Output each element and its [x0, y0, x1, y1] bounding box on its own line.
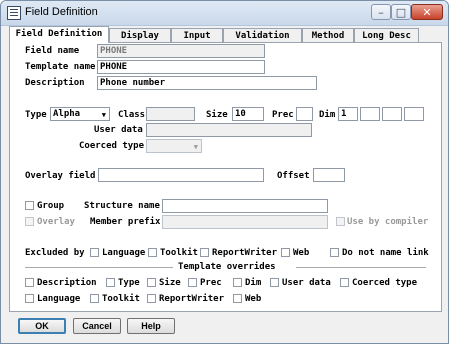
- override-type-label: Type: [118, 278, 140, 288]
- tab-display[interactable]: Display: [109, 28, 171, 42]
- offset-label: Offset: [277, 171, 310, 181]
- overlay-label: Overlay: [37, 217, 75, 227]
- dim-input-1[interactable]: 1: [338, 107, 358, 121]
- override-prec-checkbox[interactable]: [188, 278, 197, 287]
- app-icon: [7, 6, 21, 20]
- description-input[interactable]: Phone number: [97, 76, 317, 90]
- maximize-button[interactable]: □: [391, 4, 411, 20]
- structure-name-input[interactable]: [162, 199, 328, 213]
- field-name-label: Field name: [25, 46, 80, 56]
- prec-label: Prec: [272, 110, 294, 120]
- structure-name-label: Structure name: [84, 201, 160, 211]
- override-toolkit-checkbox[interactable]: [90, 294, 99, 303]
- size-input[interactable]: 10: [232, 107, 264, 121]
- tab-method[interactable]: Method: [302, 28, 354, 42]
- override-web-label: Web: [245, 294, 262, 304]
- help-button[interactable]: Help: [127, 318, 175, 334]
- window-title: Field Definition: [25, 6, 98, 18]
- size-label: Size: [206, 110, 228, 120]
- member-prefix-input[interactable]: [162, 215, 328, 229]
- overrides-separator-right: [296, 267, 426, 268]
- user-data-input[interactable]: [146, 123, 312, 137]
- field-definition-panel: Field name PHONE Template name PHONE Des…: [9, 42, 442, 312]
- override-prec-label: Prec: [200, 278, 222, 288]
- template-name-label: Template name: [25, 62, 96, 72]
- coerced-type-label: Coerced type: [79, 141, 145, 151]
- dim-label: Dim: [319, 110, 336, 120]
- excluded-by-web-checkbox[interactable]: [281, 248, 290, 257]
- tab-field-definition[interactable]: Field Definition: [9, 26, 109, 43]
- override-type-checkbox[interactable]: [106, 278, 115, 287]
- excluded-by-label: Excluded by: [25, 248, 85, 258]
- override-reportwriter-label: ReportWriter: [159, 294, 225, 304]
- description-label: Description: [25, 78, 85, 88]
- dim-input-4[interactable]: [404, 107, 424, 121]
- field-definition-window: Field Definition – □ ✕ Field Definition …: [0, 0, 449, 344]
- override-dim-label: Dim: [245, 278, 262, 288]
- excluded-by-toolkit-label: Toolkit: [160, 248, 198, 258]
- title-bar[interactable]: Field Definition – □ ✕: [1, 1, 448, 26]
- template-overrides-label: Template overrides: [178, 262, 276, 272]
- override-language-label: Language: [37, 294, 81, 304]
- override-language-checkbox[interactable]: [25, 294, 34, 303]
- class-input[interactable]: [146, 107, 195, 121]
- override-dim-checkbox[interactable]: [233, 278, 242, 287]
- type-select[interactable]: Alpha ▼: [50, 107, 110, 121]
- offset-input[interactable]: [313, 168, 345, 182]
- dropdown-arrow-icon: ▼: [193, 143, 198, 151]
- overlay-checkbox[interactable]: [25, 217, 34, 226]
- override-coerced-type-label: Coerced type: [352, 278, 418, 288]
- group-checkbox[interactable]: [25, 201, 34, 210]
- dim-input-2[interactable]: [360, 107, 380, 121]
- do-not-name-link-checkbox[interactable]: [330, 248, 339, 257]
- override-description-checkbox[interactable]: [25, 278, 34, 287]
- tab-validation[interactable]: Validation: [223, 28, 302, 42]
- use-by-compiler-label: Use by compiler: [347, 217, 429, 227]
- override-coerced-type-checkbox[interactable]: [340, 278, 349, 287]
- override-size-checkbox[interactable]: [147, 278, 156, 287]
- type-select-value: Alpha: [53, 109, 81, 119]
- override-description-label: Description: [37, 278, 97, 288]
- override-size-label: Size: [159, 278, 181, 288]
- template-name-input[interactable]: PHONE: [97, 60, 265, 74]
- minimize-button[interactable]: –: [371, 4, 391, 20]
- user-data-label: User data: [94, 125, 143, 135]
- close-button[interactable]: ✕: [411, 4, 443, 20]
- override-reportwriter-checkbox[interactable]: [147, 294, 156, 303]
- excluded-by-web-label: Web: [293, 248, 310, 258]
- overlay-field-label: Overlay field: [25, 171, 96, 181]
- ok-button[interactable]: OK: [18, 318, 66, 334]
- override-toolkit-label: Toolkit: [102, 294, 140, 304]
- tab-long-desc[interactable]: Long Desc: [354, 28, 419, 42]
- do-not-name-link-label: Do not name link: [342, 248, 429, 258]
- override-user-data-checkbox[interactable]: [270, 278, 279, 287]
- field-name-input[interactable]: PHONE: [97, 44, 265, 58]
- class-label: Class: [118, 110, 146, 120]
- excluded-by-reportwriter-label: ReportWriter: [212, 248, 278, 258]
- overlay-field-input[interactable]: [98, 168, 264, 182]
- group-label: Group: [37, 201, 65, 211]
- excluded-by-language-checkbox[interactable]: [90, 248, 99, 257]
- prec-input[interactable]: [296, 107, 313, 121]
- excluded-by-language-label: Language: [102, 248, 146, 258]
- coerced-type-select[interactable]: ▼: [146, 139, 202, 153]
- excluded-by-reportwriter-checkbox[interactable]: [200, 248, 209, 257]
- dropdown-arrow-icon: ▼: [101, 111, 106, 119]
- cancel-button[interactable]: Cancel: [73, 318, 121, 334]
- type-label: Type: [25, 110, 47, 120]
- dim-input-3[interactable]: [382, 107, 402, 121]
- overrides-separator-left: [25, 267, 173, 268]
- override-user-data-label: User data: [282, 278, 331, 288]
- member-prefix-label: Member prefix: [90, 217, 161, 227]
- override-web-checkbox[interactable]: [233, 294, 242, 303]
- tab-strip: Field Definition Display Input Validatio…: [9, 26, 441, 43]
- use-by-compiler-checkbox[interactable]: [336, 217, 345, 226]
- excluded-by-toolkit-checkbox[interactable]: [148, 248, 157, 257]
- tab-input[interactable]: Input: [171, 28, 223, 42]
